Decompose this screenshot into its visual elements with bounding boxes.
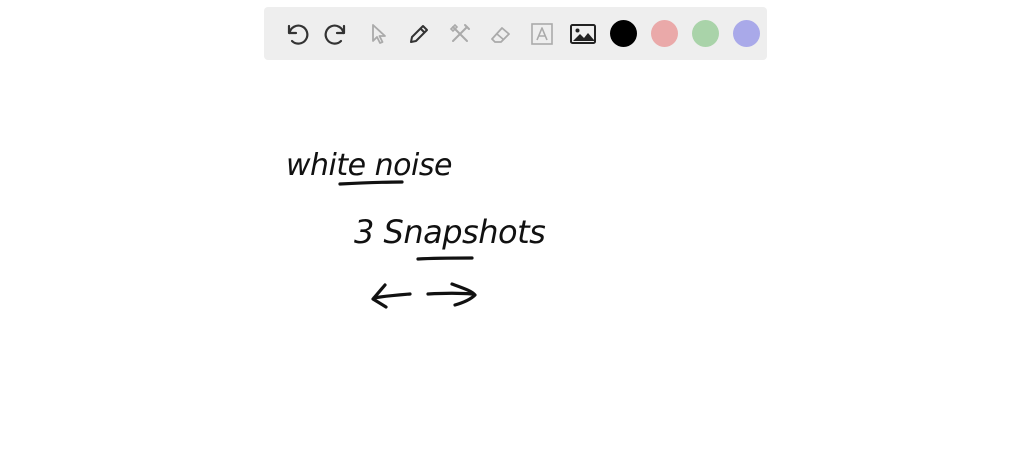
left-arrow-shaft: [372, 292, 412, 300]
color-dot: [733, 20, 761, 47]
color-swatch-green[interactable]: [685, 13, 726, 54]
drawing-toolbar: [264, 7, 767, 60]
underline-stroke: [416, 256, 474, 261]
drawing-canvas[interactable]: white noise 3 Snapshots: [0, 70, 1024, 470]
cursor-icon: [372, 23, 387, 44]
eraser-icon: [491, 26, 510, 43]
redo-button[interactable]: [317, 13, 358, 54]
color-swatch-pink[interactable]: [644, 13, 685, 54]
eraser-tool-button[interactable]: [481, 13, 522, 54]
text-tool-button[interactable]: [522, 13, 563, 54]
color-dot: [692, 20, 720, 47]
tools-button[interactable]: [440, 13, 481, 54]
pen-tool-button[interactable]: [399, 13, 440, 54]
image-icon: [569, 23, 596, 44]
whiteboard-page: white noise 3 Snapshots: [0, 0, 1024, 470]
color-dot: [610, 20, 638, 47]
text-box-icon: [531, 22, 553, 45]
image-tool-button[interactable]: [562, 13, 603, 54]
handwritten-snapshots: 3 Snapshots: [354, 213, 545, 251]
handwritten-white-noise: white noise: [286, 148, 452, 183]
right-arrow-shaft: [426, 291, 474, 296]
pencil-icon: [410, 24, 429, 43]
color-swatch-purple[interactable]: [726, 13, 767, 54]
wrench-tools-icon: [450, 23, 471, 42]
redo-icon: [324, 24, 346, 45]
undo-icon: [288, 24, 309, 45]
handwriting-layer: white noise 3 Snapshots: [286, 148, 546, 309]
select-tool-button[interactable]: [358, 13, 399, 54]
undo-button[interactable]: [276, 13, 317, 54]
color-swatch-black[interactable]: [603, 13, 644, 54]
underline-stroke: [338, 180, 404, 186]
color-dot: [651, 20, 679, 47]
